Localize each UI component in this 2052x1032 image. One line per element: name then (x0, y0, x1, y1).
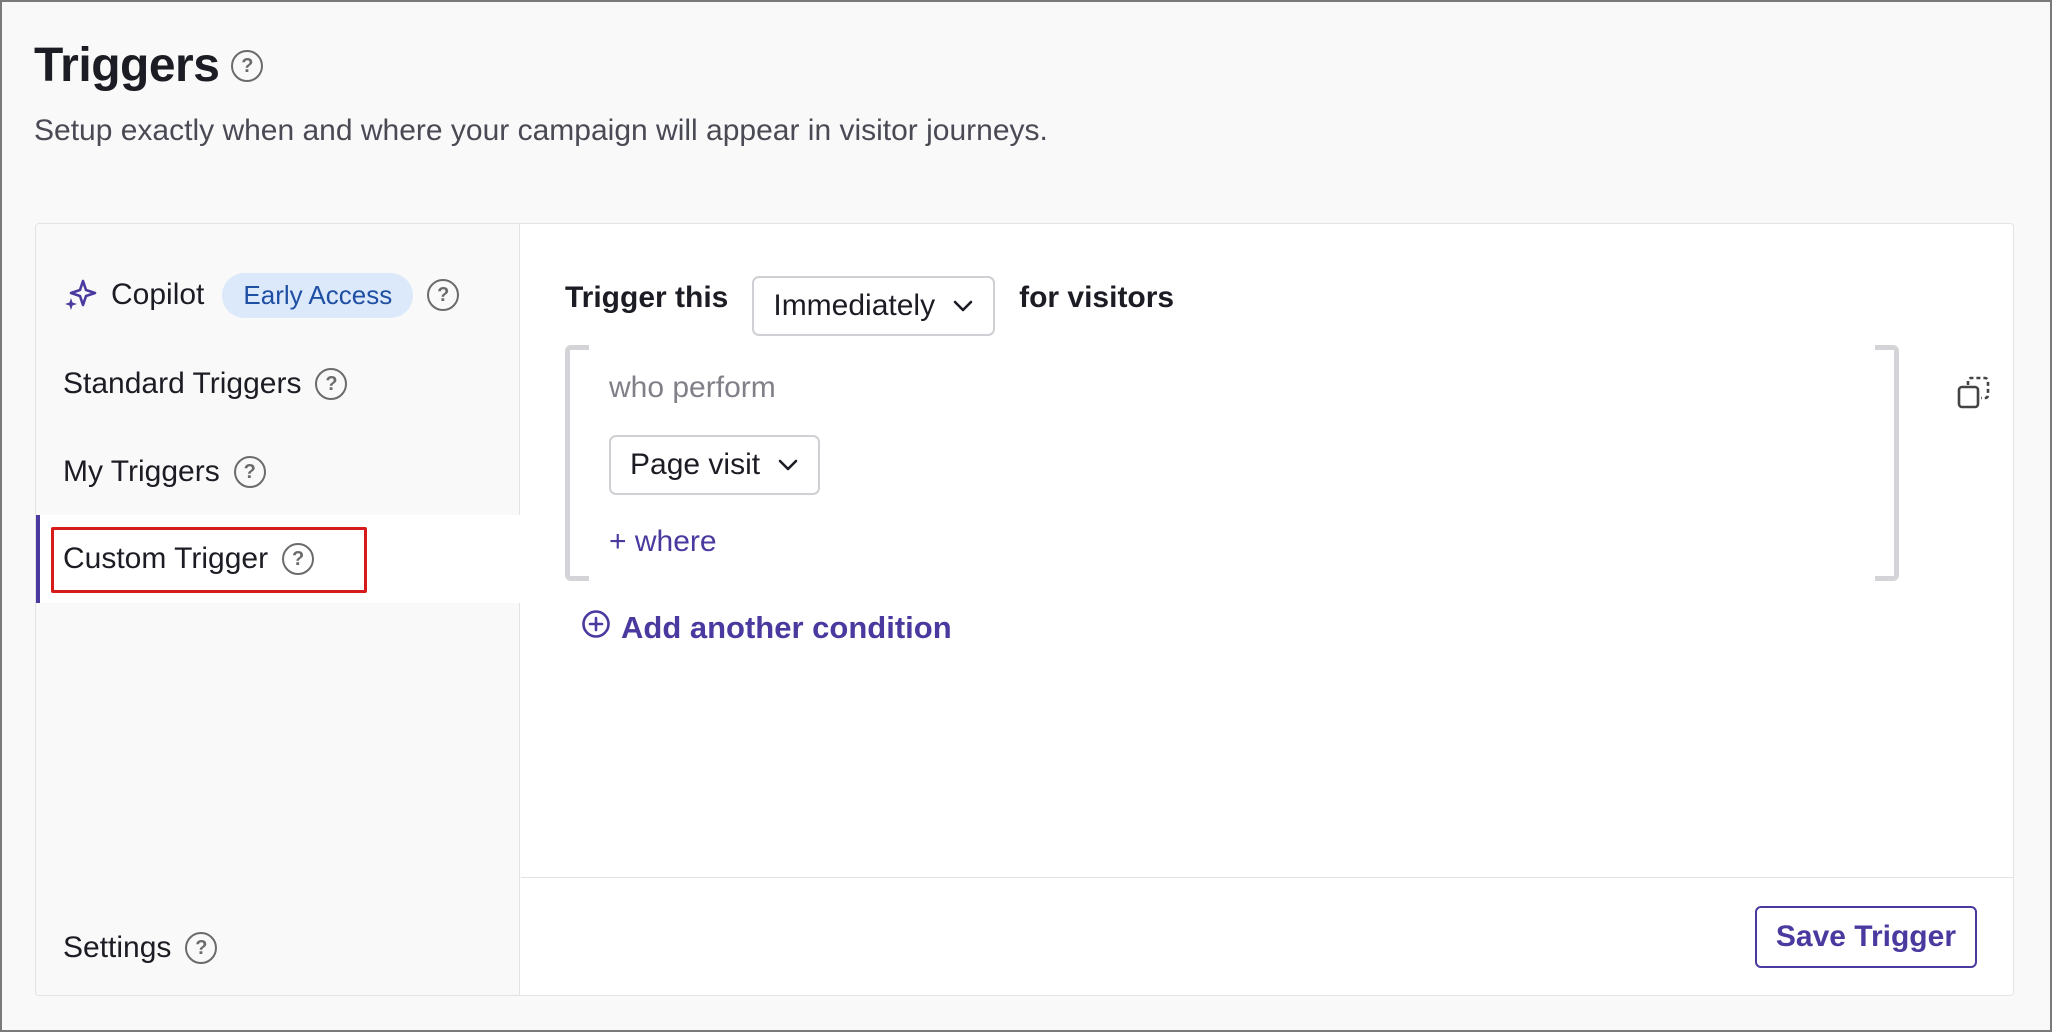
sidebar-item-label: Standard Triggers (63, 367, 302, 400)
trigger-editor: Trigger this Immediately for visitors wh… (521, 224, 2013, 995)
event-value: Page visit (630, 448, 761, 481)
page-title: Triggers ? (34, 38, 264, 93)
page-subtitle: Setup exactly when and where your campai… (34, 114, 1048, 147)
save-trigger-button[interactable]: Save Trigger (1754, 906, 1977, 968)
timing-dropdown[interactable]: Immediately (752, 276, 996, 336)
early-access-badge: Early Access (222, 272, 414, 318)
bracket-right (1875, 345, 1899, 581)
page-title-text: Triggers (34, 39, 220, 92)
footer-bar: Save Trigger (521, 877, 2013, 995)
add-where-link[interactable]: + where (609, 525, 717, 559)
sidebar-item-standard-triggers[interactable]: Standard Triggers ? (36, 340, 520, 428)
who-perform-label: who perform (609, 371, 776, 404)
trigger-panel: Copilot Early Access ? Standard Triggers… (35, 223, 2014, 996)
chevron-down-icon (778, 459, 798, 471)
sidebar-item-label: Custom Trigger (63, 542, 269, 575)
condition-group: who perform Page visit + where (565, 345, 1899, 581)
trigger-prefix: Trigger this (565, 281, 729, 314)
page-header: Triggers ? (34, 38, 264, 93)
sidebar-item-settings[interactable]: Settings ? (36, 904, 520, 992)
trigger-sentence: Trigger this Immediately for visitors (565, 268, 1175, 336)
help-icon[interactable]: ? (427, 279, 460, 311)
timing-value: Immediately (773, 289, 936, 322)
chevron-down-icon (953, 300, 973, 312)
active-indicator (36, 515, 40, 603)
help-icon[interactable]: ? (315, 368, 348, 400)
sidebar-item-custom-trigger[interactable]: Custom Trigger ? (36, 515, 520, 603)
plus-circle-icon (581, 609, 611, 647)
sidebar-item-label: My Triggers (63, 455, 220, 488)
sidebar: Copilot Early Access ? Standard Triggers… (36, 224, 520, 995)
help-icon[interactable]: ? (185, 932, 218, 964)
sidebar-item-copilot[interactable]: Copilot Early Access ? (36, 251, 520, 339)
add-condition-button[interactable]: Add another condition (581, 609, 952, 647)
trigger-suffix: for visitors (1019, 281, 1175, 314)
duplicate-icon[interactable] (1956, 375, 1992, 411)
bracket-left (565, 345, 589, 581)
sparkles-icon (63, 278, 97, 312)
add-condition-label: Add another condition (621, 610, 952, 645)
sidebar-item-label: Copilot (111, 278, 205, 311)
help-icon[interactable]: ? (231, 49, 264, 82)
event-dropdown[interactable]: Page visit (609, 435, 821, 495)
help-icon[interactable]: ? (233, 456, 266, 488)
sidebar-item-my-triggers[interactable]: My Triggers ? (36, 428, 520, 516)
sidebar-item-label: Settings (63, 931, 172, 964)
help-icon[interactable]: ? (282, 543, 315, 575)
